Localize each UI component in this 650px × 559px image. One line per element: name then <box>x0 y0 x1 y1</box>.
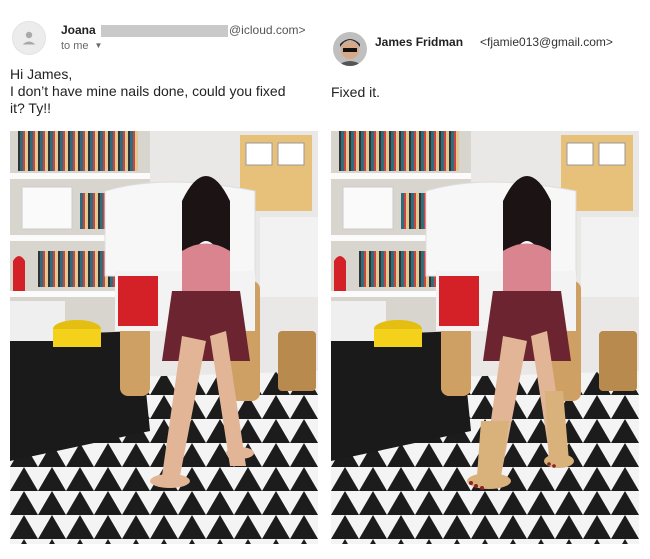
sender-name[interactable]: James Fridman <box>375 35 463 49</box>
chevron-down-icon: ▼ <box>94 41 103 50</box>
james-reply-email: James Fridman <fjamie013@gmail.com> Fixe… <box>330 0 650 559</box>
email-body: Fixed it. <box>331 84 381 100</box>
user-photo-avatar <box>333 32 367 66</box>
sender-avatar[interactable] <box>333 32 367 66</box>
recipient-dropdown[interactable]: to me ▼ <box>61 40 102 52</box>
joana-email: Joana @icloud.com> to me ▼ Hi James, I do… <box>0 0 322 559</box>
sender-email[interactable]: <fjamie013@gmail.com> <box>480 35 613 49</box>
original-photo <box>10 131 318 544</box>
body-line: I don’t have mine nails done, could you … <box>10 83 286 99</box>
sender-email[interactable]: @icloud.com> <box>229 23 306 37</box>
body-line: Hi James, <box>10 66 73 82</box>
person-icon <box>22 31 36 45</box>
redacted-email-bar <box>101 25 228 37</box>
email-body: Hi James, I don’t have mine nails done, … <box>10 66 322 117</box>
sender-name[interactable]: Joana <box>61 23 96 37</box>
edited-photo <box>331 131 639 544</box>
body-line: it? Ty!! <box>10 100 51 116</box>
recipient-label: to me <box>61 40 89 52</box>
sender-avatar[interactable] <box>12 21 46 55</box>
